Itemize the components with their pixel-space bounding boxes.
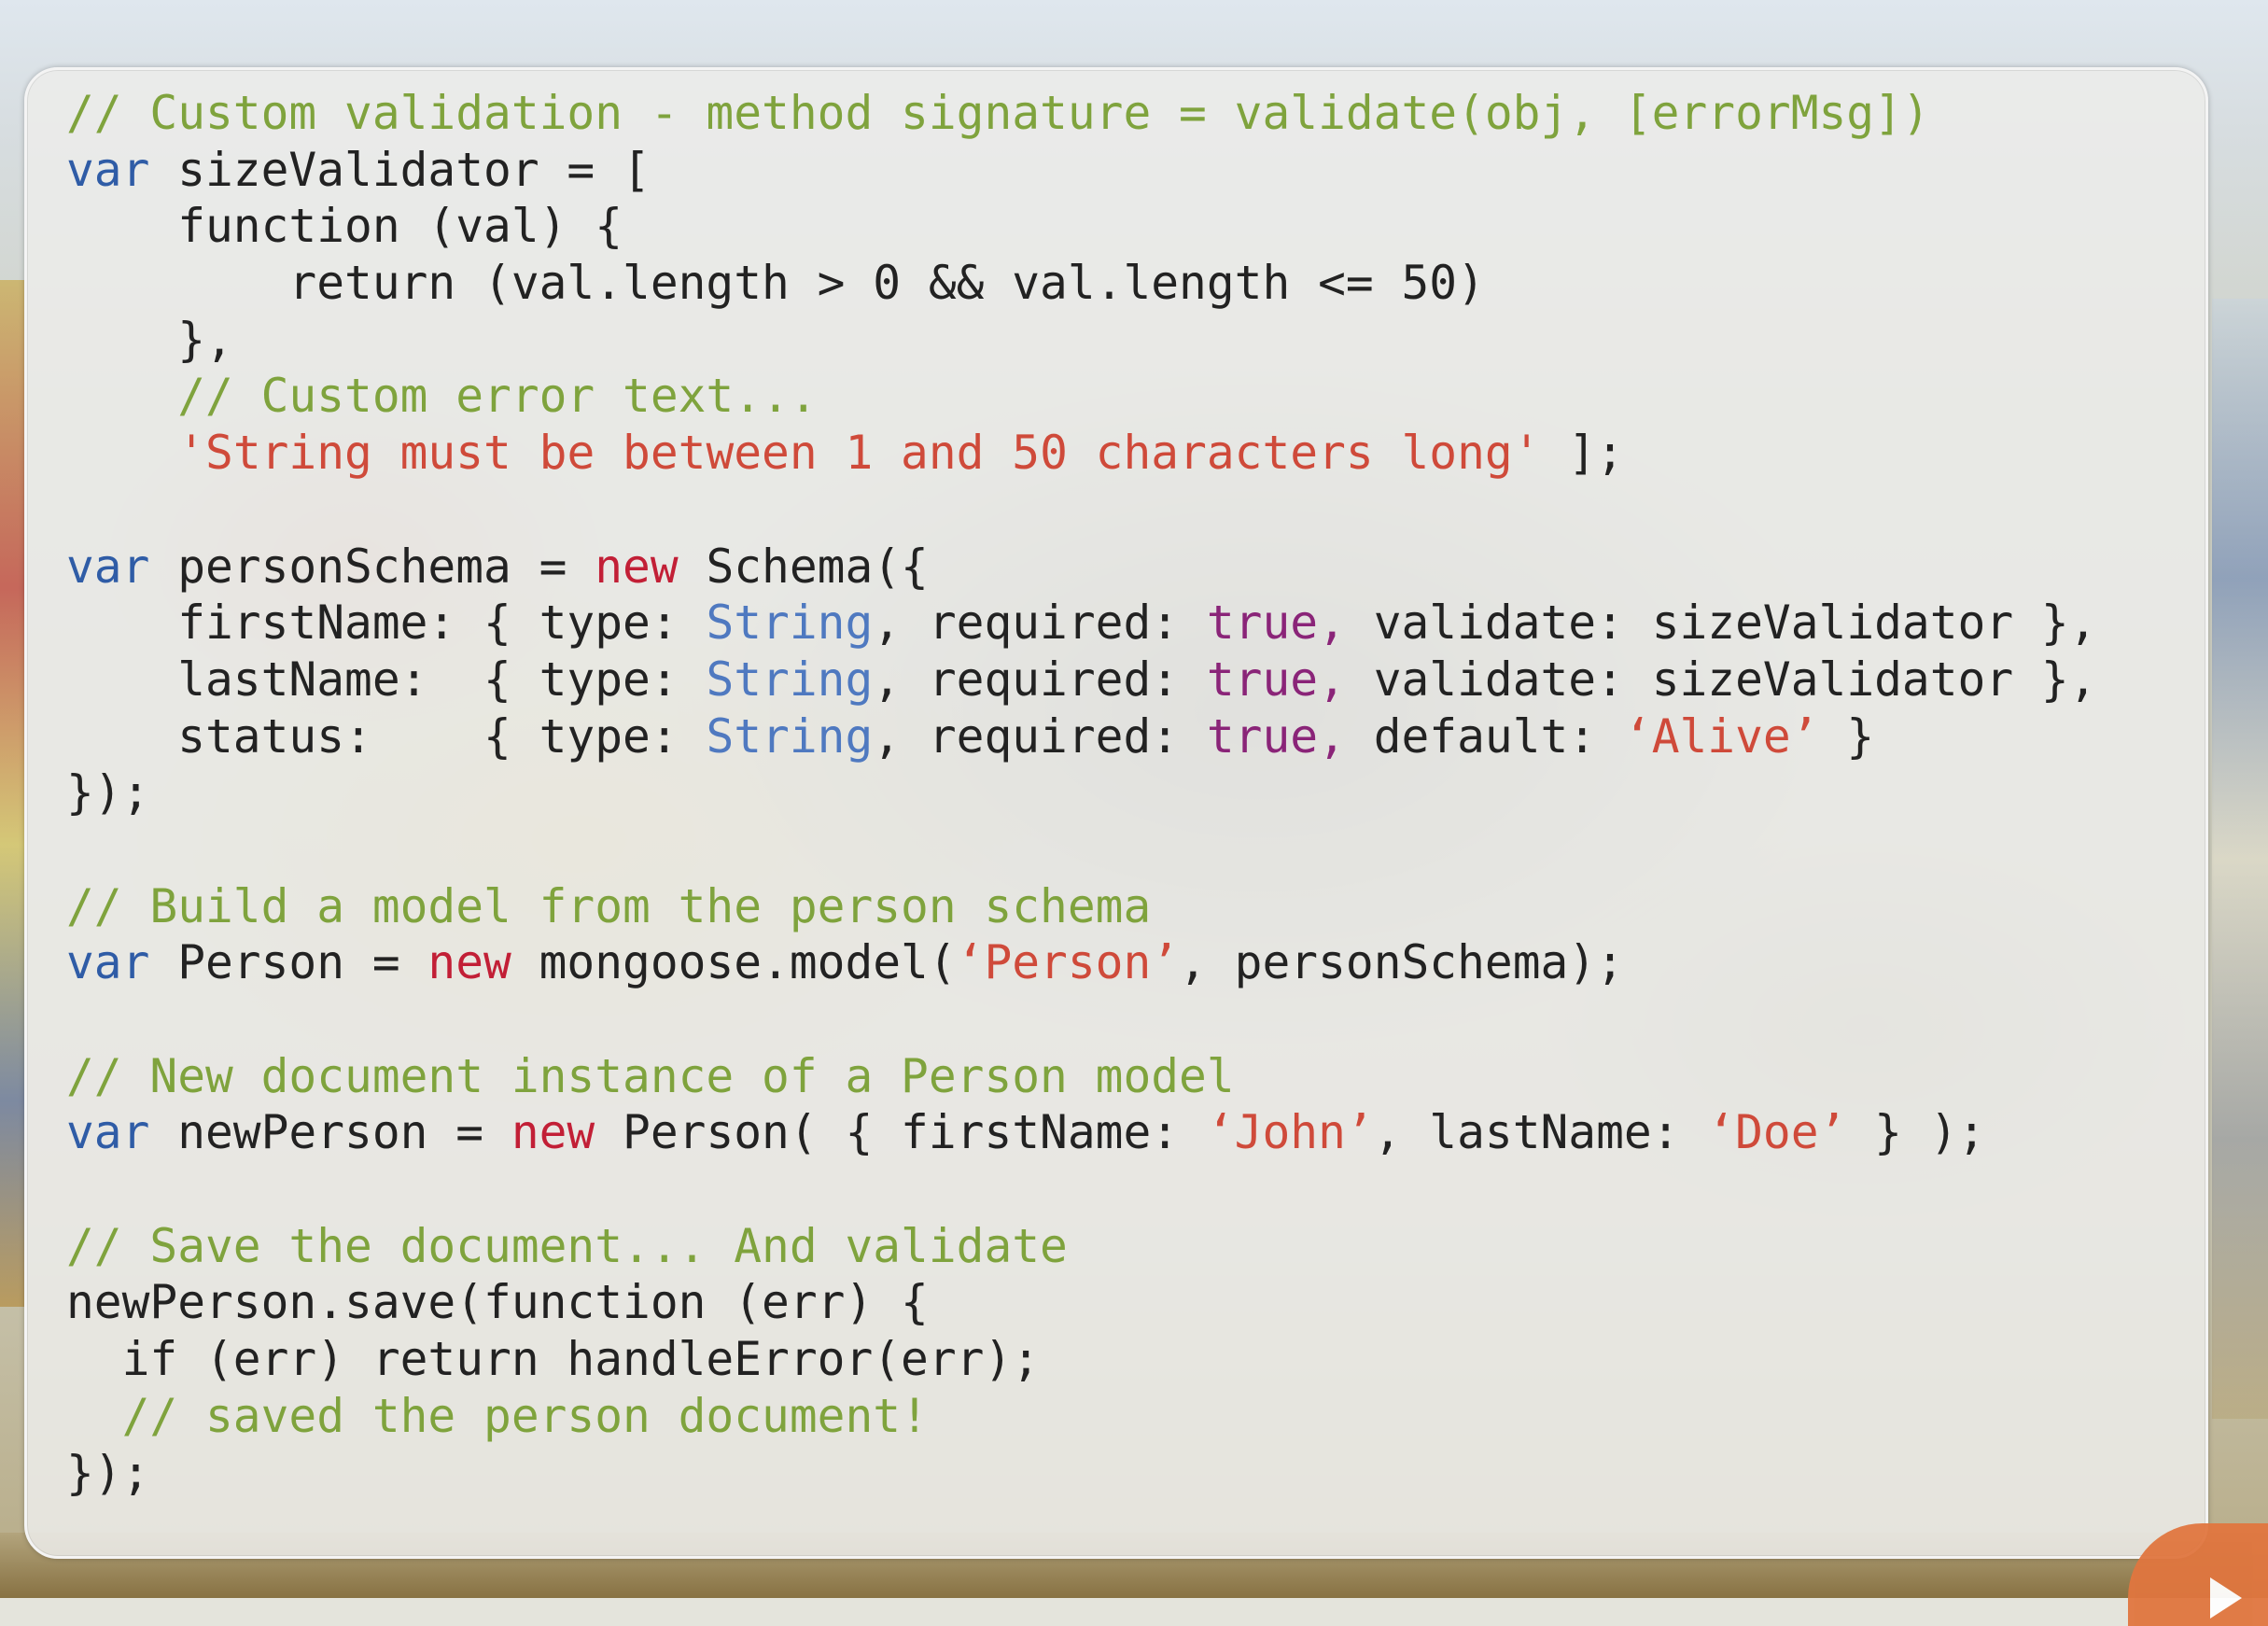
code-token-comment: // Custom validation - method signature … [66,86,1930,140]
code-line: var Person = new mongoose.model(‘Person’… [66,934,2097,991]
code-token-keyword: var [66,1105,150,1160]
code-line: // Save the document... And validate [66,1218,2097,1275]
code-token-plain: lastName: { type: [66,652,707,707]
code-token-plain: , required: [873,596,1207,651]
code-line: return (val.length > 0 && val.length <= … [66,255,2097,312]
code-line: var personSchema = new Schema({ [66,539,2097,596]
code-line: newPerson.save(function (err) { [66,1274,2097,1331]
code-token-plain: ]; [1540,426,1624,481]
code-block: // Custom validation - method signature … [66,85,2097,1501]
code-token-plain: Person = [149,935,428,990]
code-line: var newPerson = new Person( { firstName:… [66,1104,2097,1161]
code-token-plain: , required: [873,708,1207,764]
code-token-plain: , required: [873,652,1207,707]
code-token-plain: newPerson = [149,1105,511,1160]
code-token-bool: true, [1206,652,1346,707]
code-token-string: ‘Alive’ [1623,708,1819,764]
code-token-comment: // New document instance of a Person mod… [66,1048,1235,1103]
background-photo-left-edge [0,280,26,1307]
code-token-plain: status: { type: [66,708,707,764]
code-token-plain: return (val.length > 0 && val.length <= … [66,256,1485,311]
code-token-type: String [706,652,874,707]
code-line: // Custom validation - method signature … [66,85,2097,142]
code-line: }); [66,1445,2097,1502]
code-token-plain: }); [66,1445,150,1500]
code-token-type: String [706,708,874,764]
code-line: firstName: { type: String, required: tru… [66,595,2097,652]
code-token-bool: true, [1206,596,1346,651]
code-token-plain: if (err) return handleError(err); [66,1332,1041,1387]
code-token-keyword: var [66,539,150,594]
code-token-plain: , lastName: [1373,1105,1708,1160]
code-line: }, [66,312,2097,369]
code-token-string: ‘Person’ [956,935,1180,990]
code-line: // saved the person document! [66,1388,2097,1445]
code-token-comment: // saved the person document! [66,1388,929,1443]
code-token-new: new [511,1105,595,1160]
code-token-keyword: var [66,142,150,197]
code-token-comment: // Custom error text... [66,369,818,424]
code-line: var sizeValidator = [ [66,142,2097,199]
code-token-type: String [706,596,874,651]
code-token-plain: }); [66,765,150,820]
code-line: // New document instance of a Person mod… [66,1048,2097,1105]
code-token-plain: mongoose.model( [511,935,957,990]
code-token-plain: personSchema = [149,539,595,594]
code-token-plain: Schema({ [678,539,929,594]
background-photo-right-edge [2212,299,2268,1419]
code-line: }); [66,764,2097,821]
code-line: status: { type: String, required: true, … [66,708,2097,765]
code-token-comment: // Save the document... And validate [66,1218,1068,1273]
code-token-plain: Person( { firstName: [595,1105,1207,1160]
code-token-string: ‘John’ [1206,1105,1374,1160]
code-token-plain: , personSchema); [1179,935,1624,990]
code-token-plain: validate: sizeValidator }, [1345,652,2097,707]
play-icon [2210,1577,2242,1619]
code-token-string: 'String must be between 1 and 50 charact… [177,426,1541,481]
code-token-plain: firstName: { type: [66,596,707,651]
code-panel: // Custom validation - method signature … [24,67,2208,1559]
code-token-plain: function (val) { [66,199,623,254]
code-token-new: new [427,935,511,990]
code-token-comment: // Build a model from the person schema [66,878,1152,933]
code-token-plain: validate: sizeValidator }, [1345,596,2097,651]
code-token-new: new [595,539,679,594]
code-token-plain: default: [1345,708,1624,764]
code-token-plain: sizeValidator = [ [149,142,651,197]
code-token-plain: } ); [1846,1105,1986,1160]
code-line: 'String must be between 1 and 50 charact… [66,425,2097,482]
code-token-bool: true, [1206,708,1346,764]
code-token-plain: } [1818,708,1875,764]
code-line: if (err) return handleError(err); [66,1331,2097,1388]
code-line: function (val) { [66,198,2097,255]
code-token-plain: newPerson.save(function (err) { [66,1275,929,1330]
code-line: // Custom error text... [66,368,2097,425]
code-line: // Build a model from the person schema [66,878,2097,935]
code-token-string: ‘Doe’ [1707,1105,1847,1160]
code-token-keyword: var [66,935,150,990]
code-line: lastName: { type: String, required: true… [66,652,2097,708]
code-token-plain: }, [66,312,233,367]
